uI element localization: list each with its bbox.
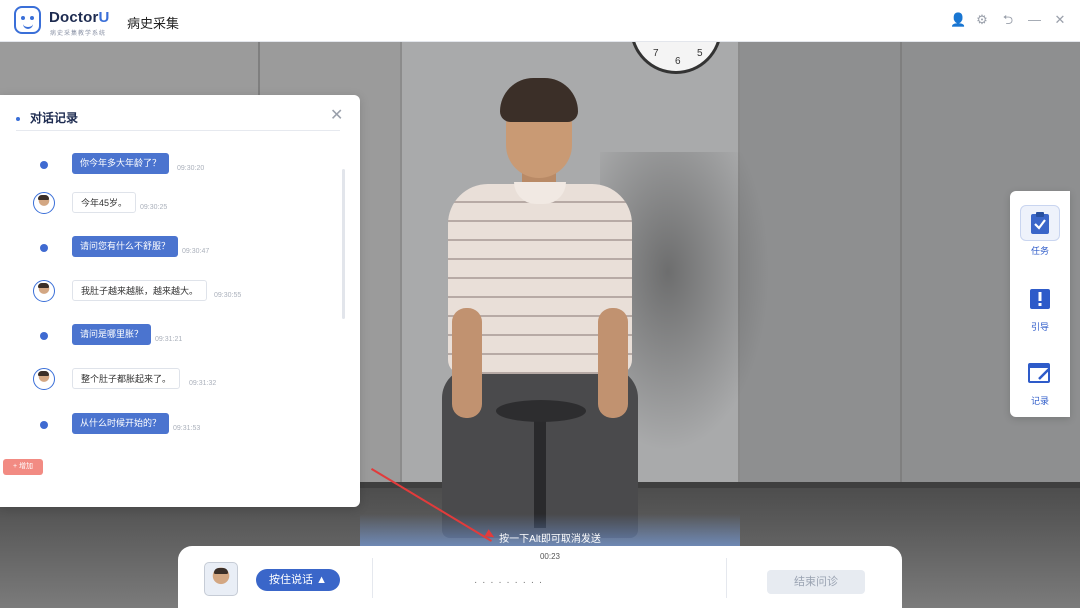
stool-seat [496,400,586,422]
divider [16,130,340,131]
close-icon[interactable]: ✕ [330,105,343,125]
message-timestamp: 09:30:25 [140,204,168,211]
patient-arm-right [598,308,628,418]
patient-avatar-icon [33,280,55,302]
close-icon[interactable]: ✕ [1054,12,1066,28]
app-logo-text: DoctorU [49,9,110,26]
recording-timer: 00:23 [539,552,561,561]
patient-thumbnail-avatar[interactable] [204,562,238,596]
doctor-dot-icon [40,421,48,429]
doctor-dot-icon [40,332,48,340]
tool-guide[interactable]: 引导 [1020,281,1060,333]
message-timestamp: 09:31:53 [173,425,201,432]
message-timestamp: 09:30:55 [214,292,242,299]
message-timestamp: 09:30:47 [182,248,210,255]
app-logo-subtitle: 病史采集教学系统 [50,31,107,37]
tool-label: 引导 [1030,322,1049,332]
clock-number: 5 [697,48,703,59]
doctor-dot-icon [40,244,48,252]
patient-arm-left [452,308,482,418]
doctor-question-bubble: 请问您有什么不舒服？ [72,236,179,257]
tool-label: 任务 [1030,246,1049,256]
end-consultation-button[interactable]: 结束问诊 [767,570,865,594]
wall-seam [900,42,902,502]
patient-avatar-icon [33,368,55,390]
doctoru-logo-icon [14,6,41,34]
clipboard-check-icon [1020,205,1060,241]
divider [726,558,727,598]
conversation-panel: 对话记录 ✕ 你今年多大年龄了？ 09:30:20 今年45岁。 09:30:2… [0,95,360,507]
chat-message-row: 请问是哪里胀？ 09:31:21 [0,324,340,348]
gear-icon[interactable]: ⚙ [976,12,988,28]
conversation-title: 对话记录 [16,109,78,126]
chat-message-row: 请问您有什么不舒服？ 09:30:47 [0,236,340,260]
minimize-icon[interactable]: — [1028,12,1041,28]
clock-number: 6 [675,56,681,67]
divider [372,558,373,598]
doctor-question-bubble: 你今年多大年龄了？ [72,153,170,174]
patient-answer-bubble: 整个肚子都胀起来了。 [72,368,181,389]
patient-avatar-icon [33,192,55,214]
message-timestamp: 09:30:20 [177,165,205,172]
chat-message-row: 从什么时候开始的？ 09:31:53 [0,413,340,437]
chat-message-row: 今年45岁。 09:30:25 [0,192,340,216]
chat-message-row: 你今年多大年龄了？ 09:30:20 [0,153,340,177]
message-timestamp: 09:31:21 [155,336,183,343]
chat-message-row: 整个肚子都胀起来了。 09:31:32 [0,368,340,392]
chat-scrollbar[interactable] [342,169,345,319]
stool-pole [534,418,546,528]
add-button[interactable]: + 增加 [3,459,43,475]
tool-panel: 任务 引导 记录 [1010,191,1070,417]
cancel-send-hint: 按一下Alt即可取消发送 [499,534,601,545]
voice-waveform: · · · · · · · · · [474,577,544,588]
clock-number: 7 [653,48,659,59]
back-icon[interactable]: ⮌ [1002,12,1014,28]
patient-answer-bubble: 今年45岁。 [72,192,137,213]
alert-icon [1020,281,1060,317]
title-bar: DoctorU 病史采集教学系统 病史采集 👤 ⚙ ⮌ — ✕ [0,0,1080,42]
patient-hair [500,78,578,122]
tool-label: 记录 [1030,396,1049,406]
doctor-question-bubble: 从什么时候开始的？ [72,413,170,434]
doctor-dot-icon [40,161,48,169]
edit-note-icon [1020,355,1060,391]
message-timestamp: 09:31:32 [189,380,217,387]
tool-task[interactable]: 任务 [1020,205,1060,257]
user-icon[interactable]: 👤 [950,12,966,28]
hold-to-talk-button[interactable]: 按住说话 ▲ [256,569,340,591]
app-title: 病史采集 [127,16,180,31]
chat-message-row: 我肚子越来越胀，越来越大。 09:30:55 [0,280,340,304]
window-controls: 👤 ⚙ ⮌ — ✕ [950,12,1066,28]
tool-record[interactable]: 记录 [1020,355,1060,407]
doctor-question-bubble: 请问是哪里胀？ [72,324,152,345]
patient-answer-bubble: 我肚子越来越胀，越来越大。 [72,280,208,301]
patient-avatar-figure [430,78,650,538]
